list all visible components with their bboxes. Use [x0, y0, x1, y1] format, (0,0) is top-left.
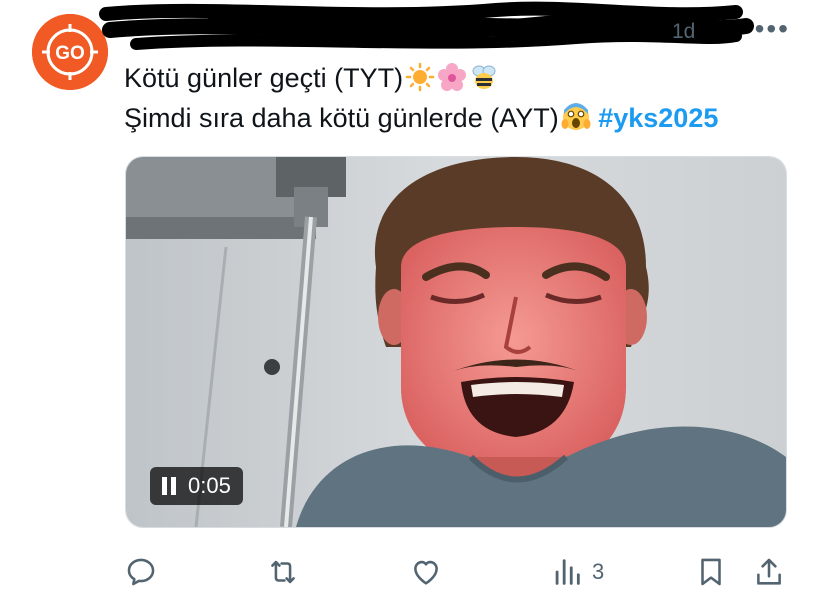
- video-timestamp: 0:05: [188, 473, 231, 498]
- bookmark-icon: [701, 558, 721, 586]
- views-button[interactable]: 3: [550, 552, 604, 592]
- cherry-blossom-emoji-icon: [438, 63, 467, 91]
- views-chart-icon: [555, 559, 580, 585]
- share-button[interactable]: [752, 552, 786, 592]
- heart-icon: [414, 560, 438, 585]
- post-text-line-1: Kötü günler geçti (TYT): [124, 58, 804, 98]
- bookmark-button[interactable]: [694, 552, 728, 592]
- post-text-line-1-content: Kötü günler geçti (TYT): [124, 63, 404, 93]
- views-count: 3: [592, 559, 605, 584]
- bee-emoji-icon: [472, 65, 496, 89]
- repost-button[interactable]: [266, 552, 300, 592]
- hashtag-link[interactable]: #yks2025: [598, 103, 718, 133]
- post-time[interactable]: 1d: [672, 20, 695, 44]
- like-button[interactable]: [409, 552, 443, 592]
- sun-emoji-icon: [405, 62, 435, 92]
- post-text-line-2: Şimdi sıra daha kötü günlerde (AYT) #yks…: [124, 98, 804, 138]
- screaming-face-emoji-icon: [561, 103, 591, 130]
- post-text-line-2-content: Şimdi sıra daha kötü günlerde (AYT): [124, 103, 559, 133]
- repost-icon: [271, 560, 295, 584]
- more-options-button[interactable]: •••: [755, 15, 790, 43]
- svg-text:GO: GO: [55, 43, 85, 64]
- reply-button[interactable]: [124, 552, 158, 592]
- post-text: Kötü günler geçti (TYT) Şimdi sıra daha …: [124, 58, 804, 138]
- pause-icon[interactable]: [162, 477, 176, 495]
- share-icon: [757, 558, 781, 585]
- reply-icon: [127, 558, 155, 586]
- video-playback-control[interactable]: 0:05: [150, 467, 243, 505]
- post-actions-bar: 3: [124, 552, 796, 592]
- redacted-username: [96, 0, 756, 60]
